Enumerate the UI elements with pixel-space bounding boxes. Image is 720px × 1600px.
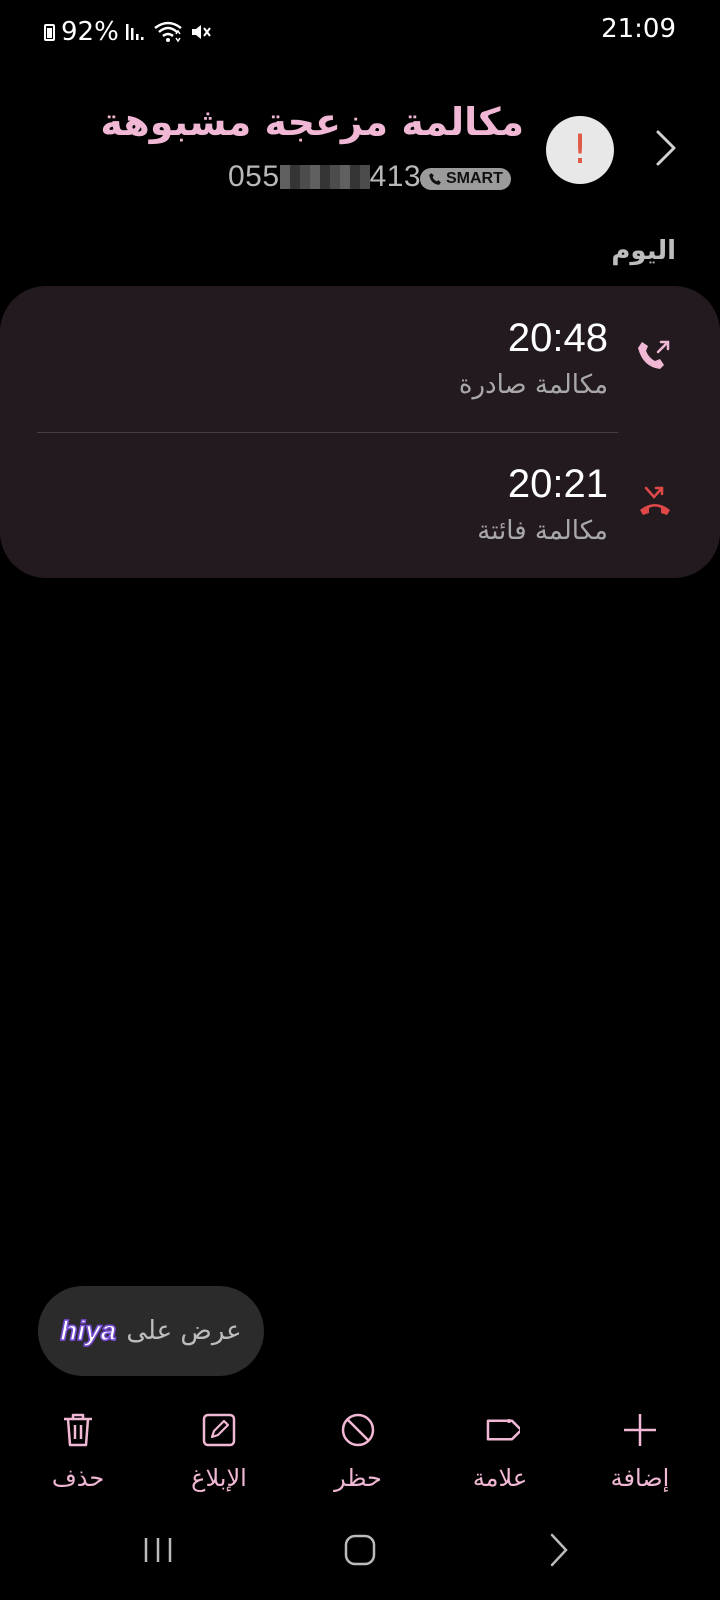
status-bar-left: 92% [44,14,213,50]
section-label-today: اليوم [611,236,676,266]
home-icon[interactable] [340,1530,380,1570]
smart-call-badge: SMART [420,168,511,190]
chevron-right-icon[interactable] [646,128,686,168]
redacted-digits [279,165,370,189]
smart-badge-label: SMART [446,170,503,187]
action-label: الإبلاغ [191,1464,247,1492]
caller-title: مكالمة مزعجة مشبوهة [100,100,524,144]
call-type: مكالمة صادرة [458,370,608,400]
phone-suffix: 413 [369,160,422,193]
edit-icon [202,1413,236,1447]
battery-percent: 92% [61,17,119,47]
call-time: 20:21 [507,462,608,506]
block-button[interactable]: حظر [298,1410,418,1492]
call-history-card: 20:48 مكالمة صادرة 20:21 مكالمة فائتة [0,286,720,578]
tag-icon [486,1419,520,1441]
call-time: 20:48 [507,316,608,360]
hiya-text: عرض على [126,1316,242,1346]
call-row[interactable]: 20:21 مكالمة فائتة [0,432,720,578]
phone-prefix: 055 [228,160,280,193]
action-label: علامة [472,1464,528,1492]
battery-icon [44,23,55,41]
spam-warning-icon: ! [546,116,614,184]
plus-icon [624,1414,656,1446]
add-button[interactable]: إضافة [580,1410,700,1492]
block-icon [341,1413,375,1447]
delete-button[interactable]: حذف [18,1410,138,1492]
action-label: حظر [334,1464,382,1492]
outgoing-call-icon [638,340,670,369]
hiya-logo: hiya [60,1314,118,1347]
action-label: حذف [51,1464,105,1492]
warn-glyph: ! [571,127,589,173]
phone-icon [429,173,441,185]
wifi-icon [154,21,182,43]
mute-icon [191,25,211,39]
missed-call-icon [640,486,670,515]
system-nav-bar [0,1530,720,1580]
phone-number: 055 413 [228,160,421,194]
status-time: 21:09 [601,14,676,44]
back-icon[interactable] [540,1530,580,1570]
tag-button[interactable]: علامة [440,1410,560,1492]
recent-apps-icon[interactable] [138,1530,178,1570]
trash-icon [64,1413,92,1447]
report-button[interactable]: الإبلاغ [159,1410,279,1492]
call-type: مكالمة فائتة [477,516,608,546]
call-row[interactable]: 20:48 مكالمة صادرة [0,286,720,433]
bottom-action-bar: حذف الإبلاغ حظر علامة إضافة [0,1410,720,1510]
signal-icon [125,24,144,40]
action-label: إضافة [610,1464,670,1492]
view-on-hiya-button[interactable]: hiya عرض على [38,1286,264,1376]
